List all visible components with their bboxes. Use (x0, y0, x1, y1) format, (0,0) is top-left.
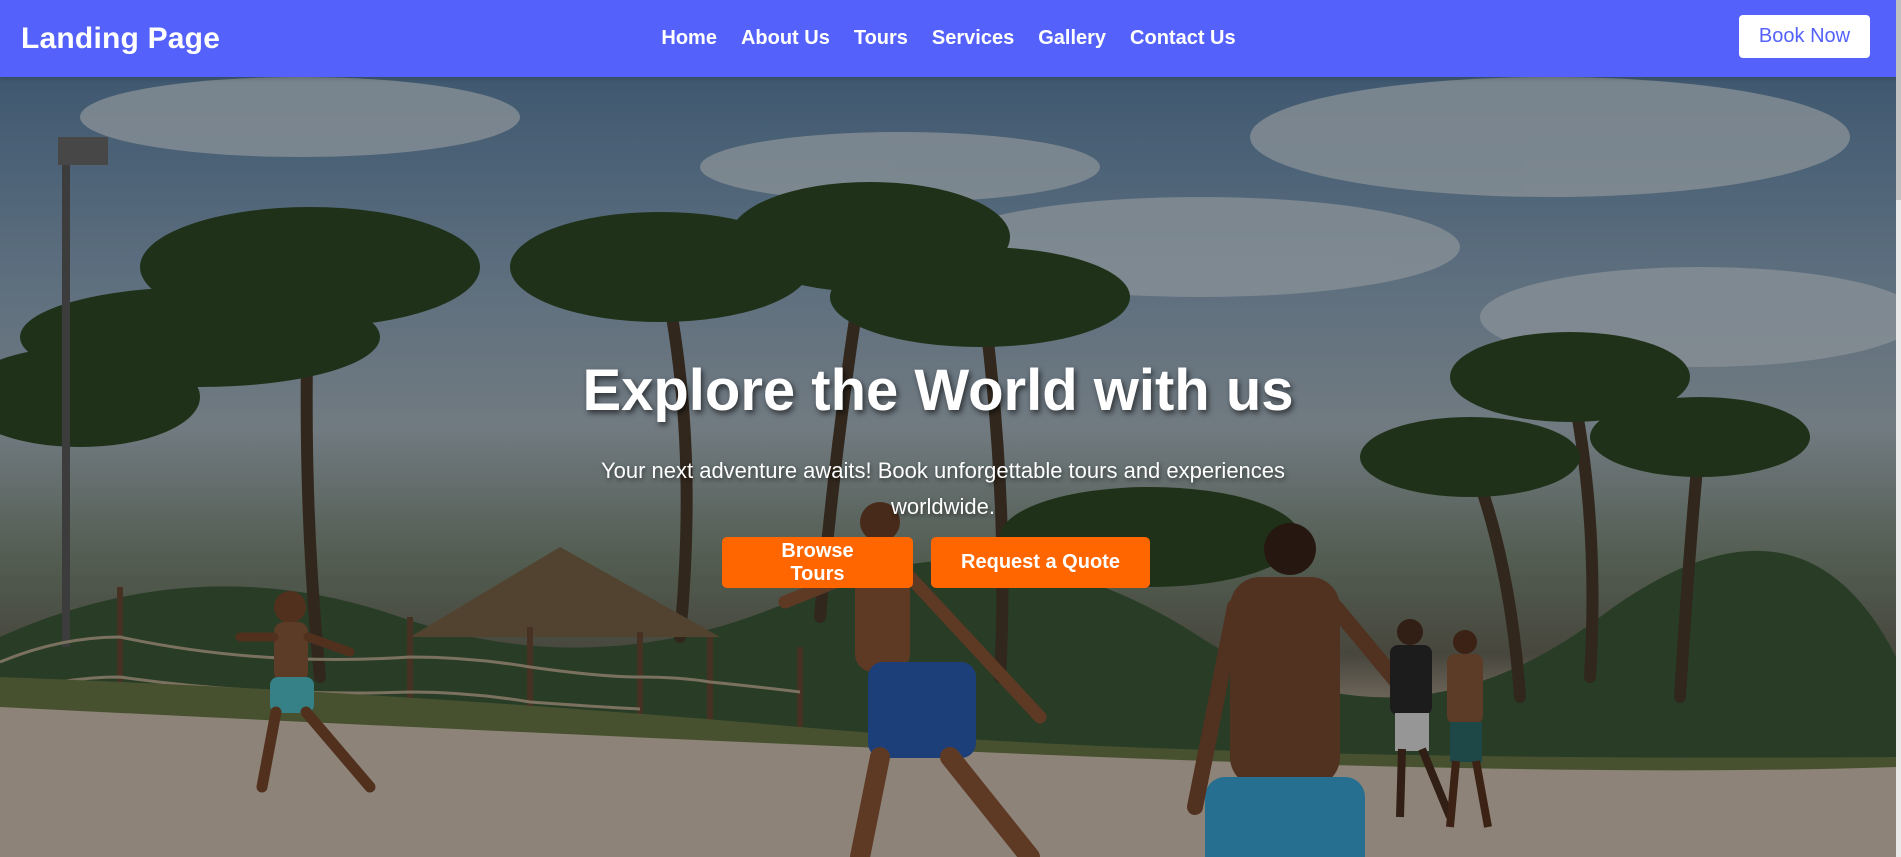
hero-subtitle: Your next adventure awaits! Book unforge… (600, 458, 1286, 519)
page-scrollbar[interactable] (1896, 0, 1901, 857)
nav-link-about-us[interactable]: About Us (729, 27, 842, 50)
nav-link-gallery[interactable]: Gallery (1026, 27, 1118, 50)
browse-tours-button[interactable]: Browse Tours (722, 537, 913, 588)
nav-links: Home About Us Tours Services Gallery Con… (0, 0, 1901, 77)
hero-content: Explore the World with us Your next adve… (0, 77, 1896, 857)
nav-link-tours[interactable]: Tours (842, 27, 920, 50)
hero-section: Explore the World with us Your next adve… (0, 77, 1896, 857)
nav-link-services[interactable]: Services (920, 27, 1026, 50)
hero-buttons: Browse Tours Request a Quote (0, 537, 1884, 588)
hero-title: Explore the World with us (582, 358, 1294, 423)
request-quote-button[interactable]: Request a Quote (931, 537, 1150, 588)
navbar: Landing Page Home About Us Tours Service… (0, 0, 1901, 77)
nav-link-contact-us[interactable]: Contact Us (1118, 27, 1248, 50)
book-now-button[interactable]: Book Now (1739, 15, 1870, 58)
nav-link-home[interactable]: Home (649, 27, 729, 50)
scrollbar-thumb[interactable] (1896, 0, 1901, 200)
